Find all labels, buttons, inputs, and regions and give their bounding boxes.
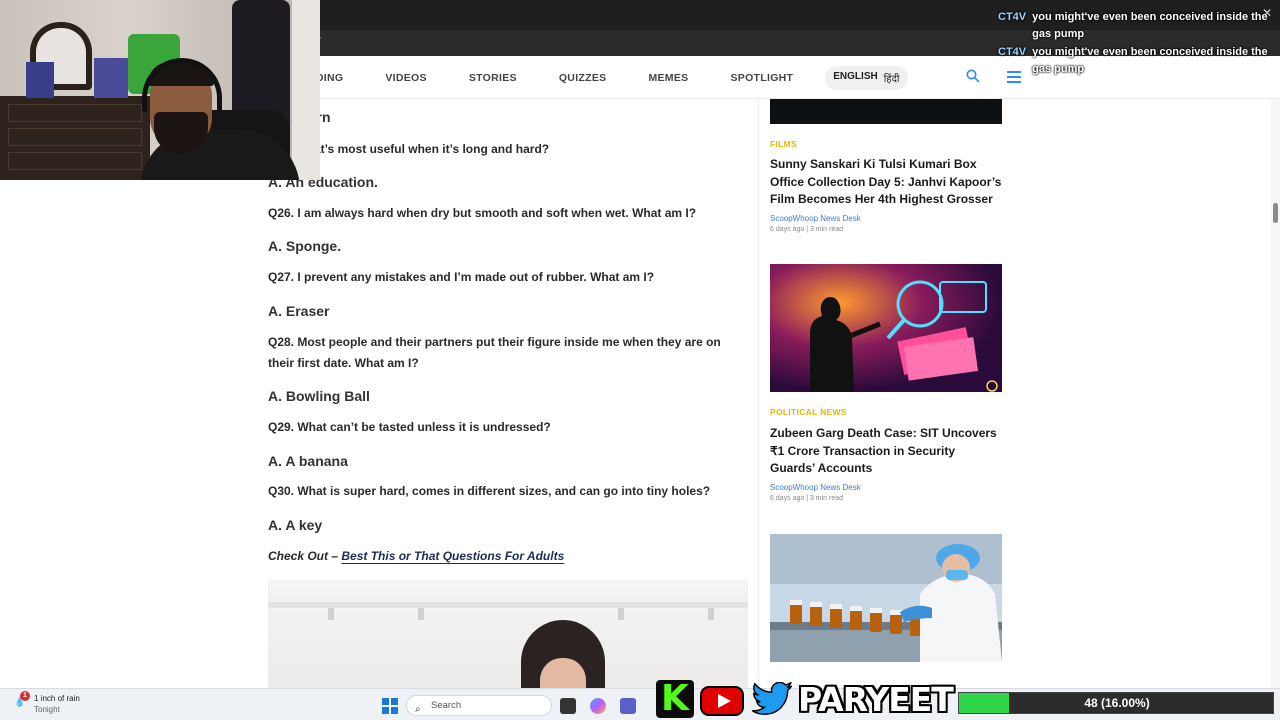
answer-28: A. Bowling Ball [268, 388, 370, 404]
check-out-prefix: Check Out – [268, 549, 342, 563]
card-1-category[interactable]: FILMS [770, 139, 797, 149]
scrollbar-thumb[interactable] [1273, 203, 1278, 223]
weather-text: 1 inch of rain Tonight [34, 693, 80, 715]
chat-username: CT4V [998, 46, 1027, 58]
chat-message: CT4V you might've even been conceived in… [998, 44, 1274, 78]
card-2-image[interactable] [770, 264, 1002, 392]
column-divider [758, 99, 759, 689]
screen: ✕ s/ ☆ ⧉ ▭ ≡ ● ⋮ NDING VIDEOS STORIES QU… [0, 0, 1280, 720]
brand-name: PARYEET [798, 680, 954, 719]
card-2-meta: 6 days ago | 3 min read [770, 495, 844, 502]
card-1-headline[interactable]: Sunny Sanskari Ki Tulsi Kumari Box Offic… [770, 156, 1002, 209]
task-view-icon[interactable] [560, 698, 576, 714]
teams-icon[interactable] [620, 698, 636, 714]
answer-25: A. An education. [268, 174, 378, 190]
webcam-overlay [0, 0, 320, 180]
cam-drawer [8, 128, 142, 146]
partial-answer: orn [308, 109, 790, 125]
cam-dresser [0, 96, 150, 180]
nav-item-quizzes[interactable]: QUIZZES [559, 72, 607, 84]
question-27: Q27. I prevent any mistakes and I’m made… [268, 270, 655, 284]
cam-door [292, 0, 320, 180]
cam-poster [26, 62, 54, 98]
lang-english: ENGLISH [833, 71, 878, 82]
question-25: at’s most useful when it’s long and hard… [314, 142, 550, 156]
weather-sub: Tonight [34, 705, 60, 714]
answer-29: A. A banana [268, 453, 348, 469]
shelf [268, 602, 748, 608]
goal-progress-bar: 48 (16.00%) [958, 692, 1274, 714]
youtube-icon [700, 686, 744, 716]
nav-item-stories[interactable]: STORIES [469, 72, 517, 84]
taskbar-search-placeholder: Search [431, 700, 462, 711]
answer-30: A. A key [268, 517, 323, 533]
card-2-headline[interactable]: Zubeen Garg Death Case: SIT Uncovers ₹1 … [770, 425, 1002, 478]
chat-text: you might've even been conceived inside … [1032, 11, 1268, 40]
nav-item-videos[interactable]: VIDEOS [385, 72, 426, 84]
card-2-category[interactable]: POLITICAL NEWS [770, 407, 847, 417]
chat-overlay: CT4V you might've even been conceived in… [998, 9, 1274, 79]
weather-title: 1 inch of rain [34, 694, 80, 703]
progress-label: 48 (16.00%) [1084, 696, 1150, 710]
question-28: Q28. Most people and their partners put … [268, 335, 721, 370]
nav-item-spotlight[interactable]: SPOTLIGHT [730, 72, 793, 84]
taskbar-search[interactable]: ⌕ Search [406, 695, 552, 716]
nav-item-memes[interactable]: MEMES [648, 72, 688, 84]
hook [418, 608, 424, 620]
lang-hindi: हिंदी [883, 74, 900, 85]
weather-badge-count: 1 [20, 691, 30, 701]
kick-icon: K [656, 680, 694, 718]
card-3-image[interactable] [770, 534, 1002, 662]
card-1-meta: 6 days ago | 3 min read [770, 226, 844, 233]
card-1-author[interactable]: ScoopWhoop News Desk [770, 214, 861, 223]
card-2-author[interactable]: ScoopWhoop News Desk [770, 483, 861, 492]
nav-items: NDING VIDEOS STORIES QUIZZES MEMES SPOTL… [308, 57, 908, 99]
rain-icon: 💧 1 [14, 691, 30, 707]
cam-drawer [8, 104, 142, 122]
hook [618, 608, 624, 620]
twitter-icon [750, 681, 794, 718]
chat-text: you might've even been conceived inside … [1032, 46, 1268, 75]
socials-overlay: K PARYEET [652, 678, 954, 720]
search-icon: ⌕ [415, 704, 421, 715]
chat-username: CT4V [998, 11, 1027, 23]
search-icon[interactable] [966, 69, 980, 83]
question-29: Q29. What can’t be tasted unless it is u… [268, 420, 551, 434]
answer-26: A. Sponge. [268, 238, 342, 254]
check-out-line: Check Out – Best This or That Questions … [268, 549, 564, 563]
card-image-top[interactable] [770, 99, 1002, 124]
copilot-icon[interactable] [590, 698, 606, 714]
hook [328, 608, 334, 620]
answer-27: A. Eraser [268, 303, 330, 319]
chat-message: CT4V you might've even been conceived in… [998, 9, 1274, 43]
hook [708, 608, 714, 620]
windows-start-icon[interactable] [382, 698, 398, 714]
cam-poster [94, 58, 128, 98]
language-toggle[interactable]: ENGLISH हिंदी [825, 66, 908, 90]
question-30: Q30. What is super hard, comes in differ… [268, 484, 711, 498]
check-out-link[interactable]: Best This or That Questions For Adults [341, 549, 564, 563]
question-26: Q26. I am always hard when dry but smoot… [268, 206, 697, 220]
cam-drawer [8, 152, 142, 170]
page-scrollbar[interactable] [1271, 99, 1280, 688]
weather-widget[interactable]: 💧 1 1 inch of rain Tonight [14, 691, 80, 715]
